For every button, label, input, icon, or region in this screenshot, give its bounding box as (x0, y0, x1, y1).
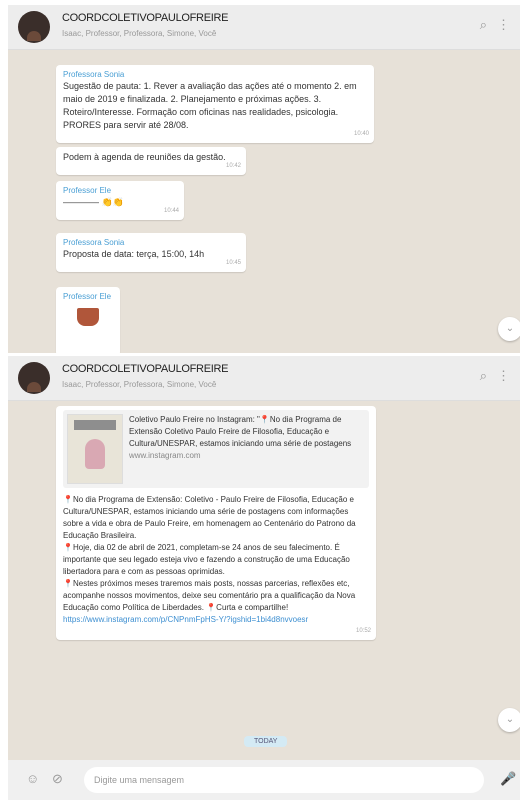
message-link[interactable]: https://www.instagram.com/p/CNPnmFpHS-Y/… (63, 614, 369, 626)
image-message[interactable]: Professor Ele (56, 287, 120, 353)
menu-icon[interactable]: ⋮ (497, 368, 510, 383)
message-sender: Professor Ele (63, 186, 112, 195)
message-bubble[interactable]: Coletivo Paulo Freire no Instagram: "📍No… (56, 406, 376, 640)
chat-panel-bottom: COORDCOLETIVOPAULOFREIRE Isaac, Professo… (8, 356, 520, 800)
message-bubble[interactable]: Professor Ele ———— 👏👏 10:44 (56, 181, 184, 220)
message-sender: Professor Ele (63, 292, 112, 301)
message-time: 10:45 (225, 260, 241, 266)
compose-bar: ☺ ⊘ Digite uma mensagem 🎤 (8, 760, 520, 800)
link-preview-url: www.instagram.com (129, 451, 201, 460)
date-chip: TODAY (244, 736, 288, 747)
attach-icon[interactable]: ⊘ (52, 771, 63, 787)
chevron-down-icon[interactable]: ⌄ (498, 317, 520, 341)
message-time: 10:42 (225, 163, 241, 169)
mic-icon[interactable]: 🎤 (500, 771, 516, 787)
message-paragraph: 📍Nestes próximos meses traremos mais pos… (63, 579, 356, 612)
link-preview-text: Coletivo Paulo Freire no Instagram: "📍No… (129, 414, 365, 484)
link-preview-title: Coletivo Paulo Freire no Instagram: "📍No… (129, 415, 352, 448)
search-icon[interactable]: ⌕ (480, 17, 487, 32)
message-text: Podem à agenda de reuniões da gestão. (63, 152, 226, 162)
message-paragraph: 📍No dia Programa de Extensão: Coletivo -… (63, 495, 356, 540)
message-text: Sugestão de pauta: 1. Rever a avaliação … (63, 81, 357, 130)
chat-panel-top: COORDCOLETIVOPAULOFREIRE Isaac, Professo… (8, 5, 520, 353)
message-text: 📍No dia Programa de Extensão: Coletivo -… (63, 494, 369, 626)
header-actions: ⌕ ⋮ (470, 17, 510, 33)
message-time: 10:52 (355, 628, 371, 634)
message-bubble[interactable]: Professora Sonia Sugestão de pauta: 1. R… (56, 65, 374, 143)
message-sender: Professora Sonia (63, 238, 125, 247)
menu-icon[interactable]: ⋮ (497, 17, 510, 32)
message-time: 10:44 (163, 208, 179, 214)
group-name[interactable]: COORDCOLETIVOPAULOFREIRE (62, 363, 228, 375)
message-bubble[interactable]: Professora Sonia Proposta de data: terça… (56, 233, 246, 272)
group-name[interactable]: COORDCOLETIVOPAULOFREIRE (62, 12, 228, 24)
message-text: ———— 👏👏 (63, 197, 124, 207)
message-text: Proposta de data: terça, 15:00, 14h (63, 249, 205, 259)
image-thumbnail[interactable] (77, 308, 99, 326)
message-paragraph: 📍Hoje, dia 02 de abril de 2021, completa… (63, 543, 350, 576)
chevron-down-icon[interactable]: ⌄ (498, 708, 520, 732)
group-members: Isaac, Professor, Professora, Simone, Vo… (62, 380, 217, 389)
message-bubble[interactable]: Podem à agenda de reuniões da gestão. 10… (56, 147, 246, 175)
search-icon[interactable]: ⌕ (480, 368, 487, 383)
message-time: 10:40 (353, 131, 369, 137)
link-preview-image (67, 414, 123, 484)
header-actions: ⌕ ⋮ (470, 368, 510, 384)
group-avatar[interactable] (18, 362, 50, 394)
group-members: Isaac, Professor, Professora, Simone, Vo… (62, 29, 217, 38)
link-preview[interactable]: Coletivo Paulo Freire no Instagram: "📍No… (63, 410, 369, 488)
group-avatar[interactable] (18, 11, 50, 43)
chat-header[interactable]: COORDCOLETIVOPAULOFREIRE Isaac, Professo… (8, 5, 520, 50)
emoji-icon[interactable]: ☺ (26, 771, 39, 786)
message-sender: Professora Sonia (63, 70, 125, 79)
chat-header[interactable]: COORDCOLETIVOPAULOFREIRE Isaac, Professo… (8, 356, 520, 401)
message-input[interactable]: Digite uma mensagem (84, 767, 484, 793)
